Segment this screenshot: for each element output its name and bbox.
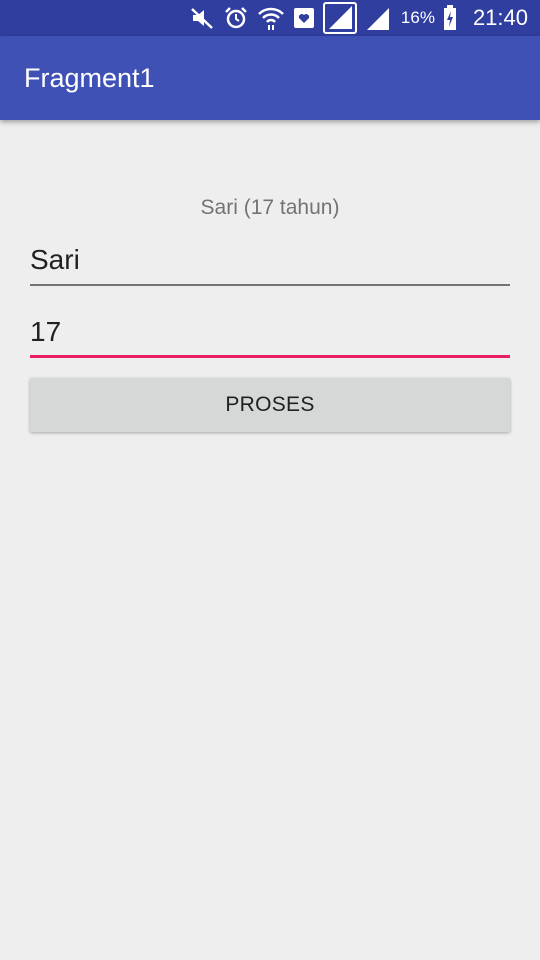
- result-text: Sari (17 tahun): [200, 196, 340, 219]
- status-bar: 16% 21:40: [0, 0, 540, 36]
- app-title: Fragment1: [24, 62, 155, 93]
- age-field[interactable]: 17: [30, 308, 510, 358]
- name-field[interactable]: Sari: [30, 236, 510, 286]
- app-bar: Fragment1: [0, 36, 540, 120]
- status-icons: 16% 21:40: [189, 2, 528, 34]
- signal-sim1-icon: [322, 2, 357, 34]
- signal-sim2-icon: [366, 8, 389, 30]
- battery-charging-icon: [443, 5, 456, 30]
- wifi-icon: [258, 7, 284, 30]
- mute-icon: [191, 8, 213, 29]
- clock: 21:40: [472, 5, 528, 30]
- heart-notification-icon: [293, 8, 314, 28]
- battery-percentage: 16%: [400, 8, 435, 27]
- proses-button[interactable]: PROSES: [30, 378, 510, 432]
- alarm-icon: [225, 7, 247, 29]
